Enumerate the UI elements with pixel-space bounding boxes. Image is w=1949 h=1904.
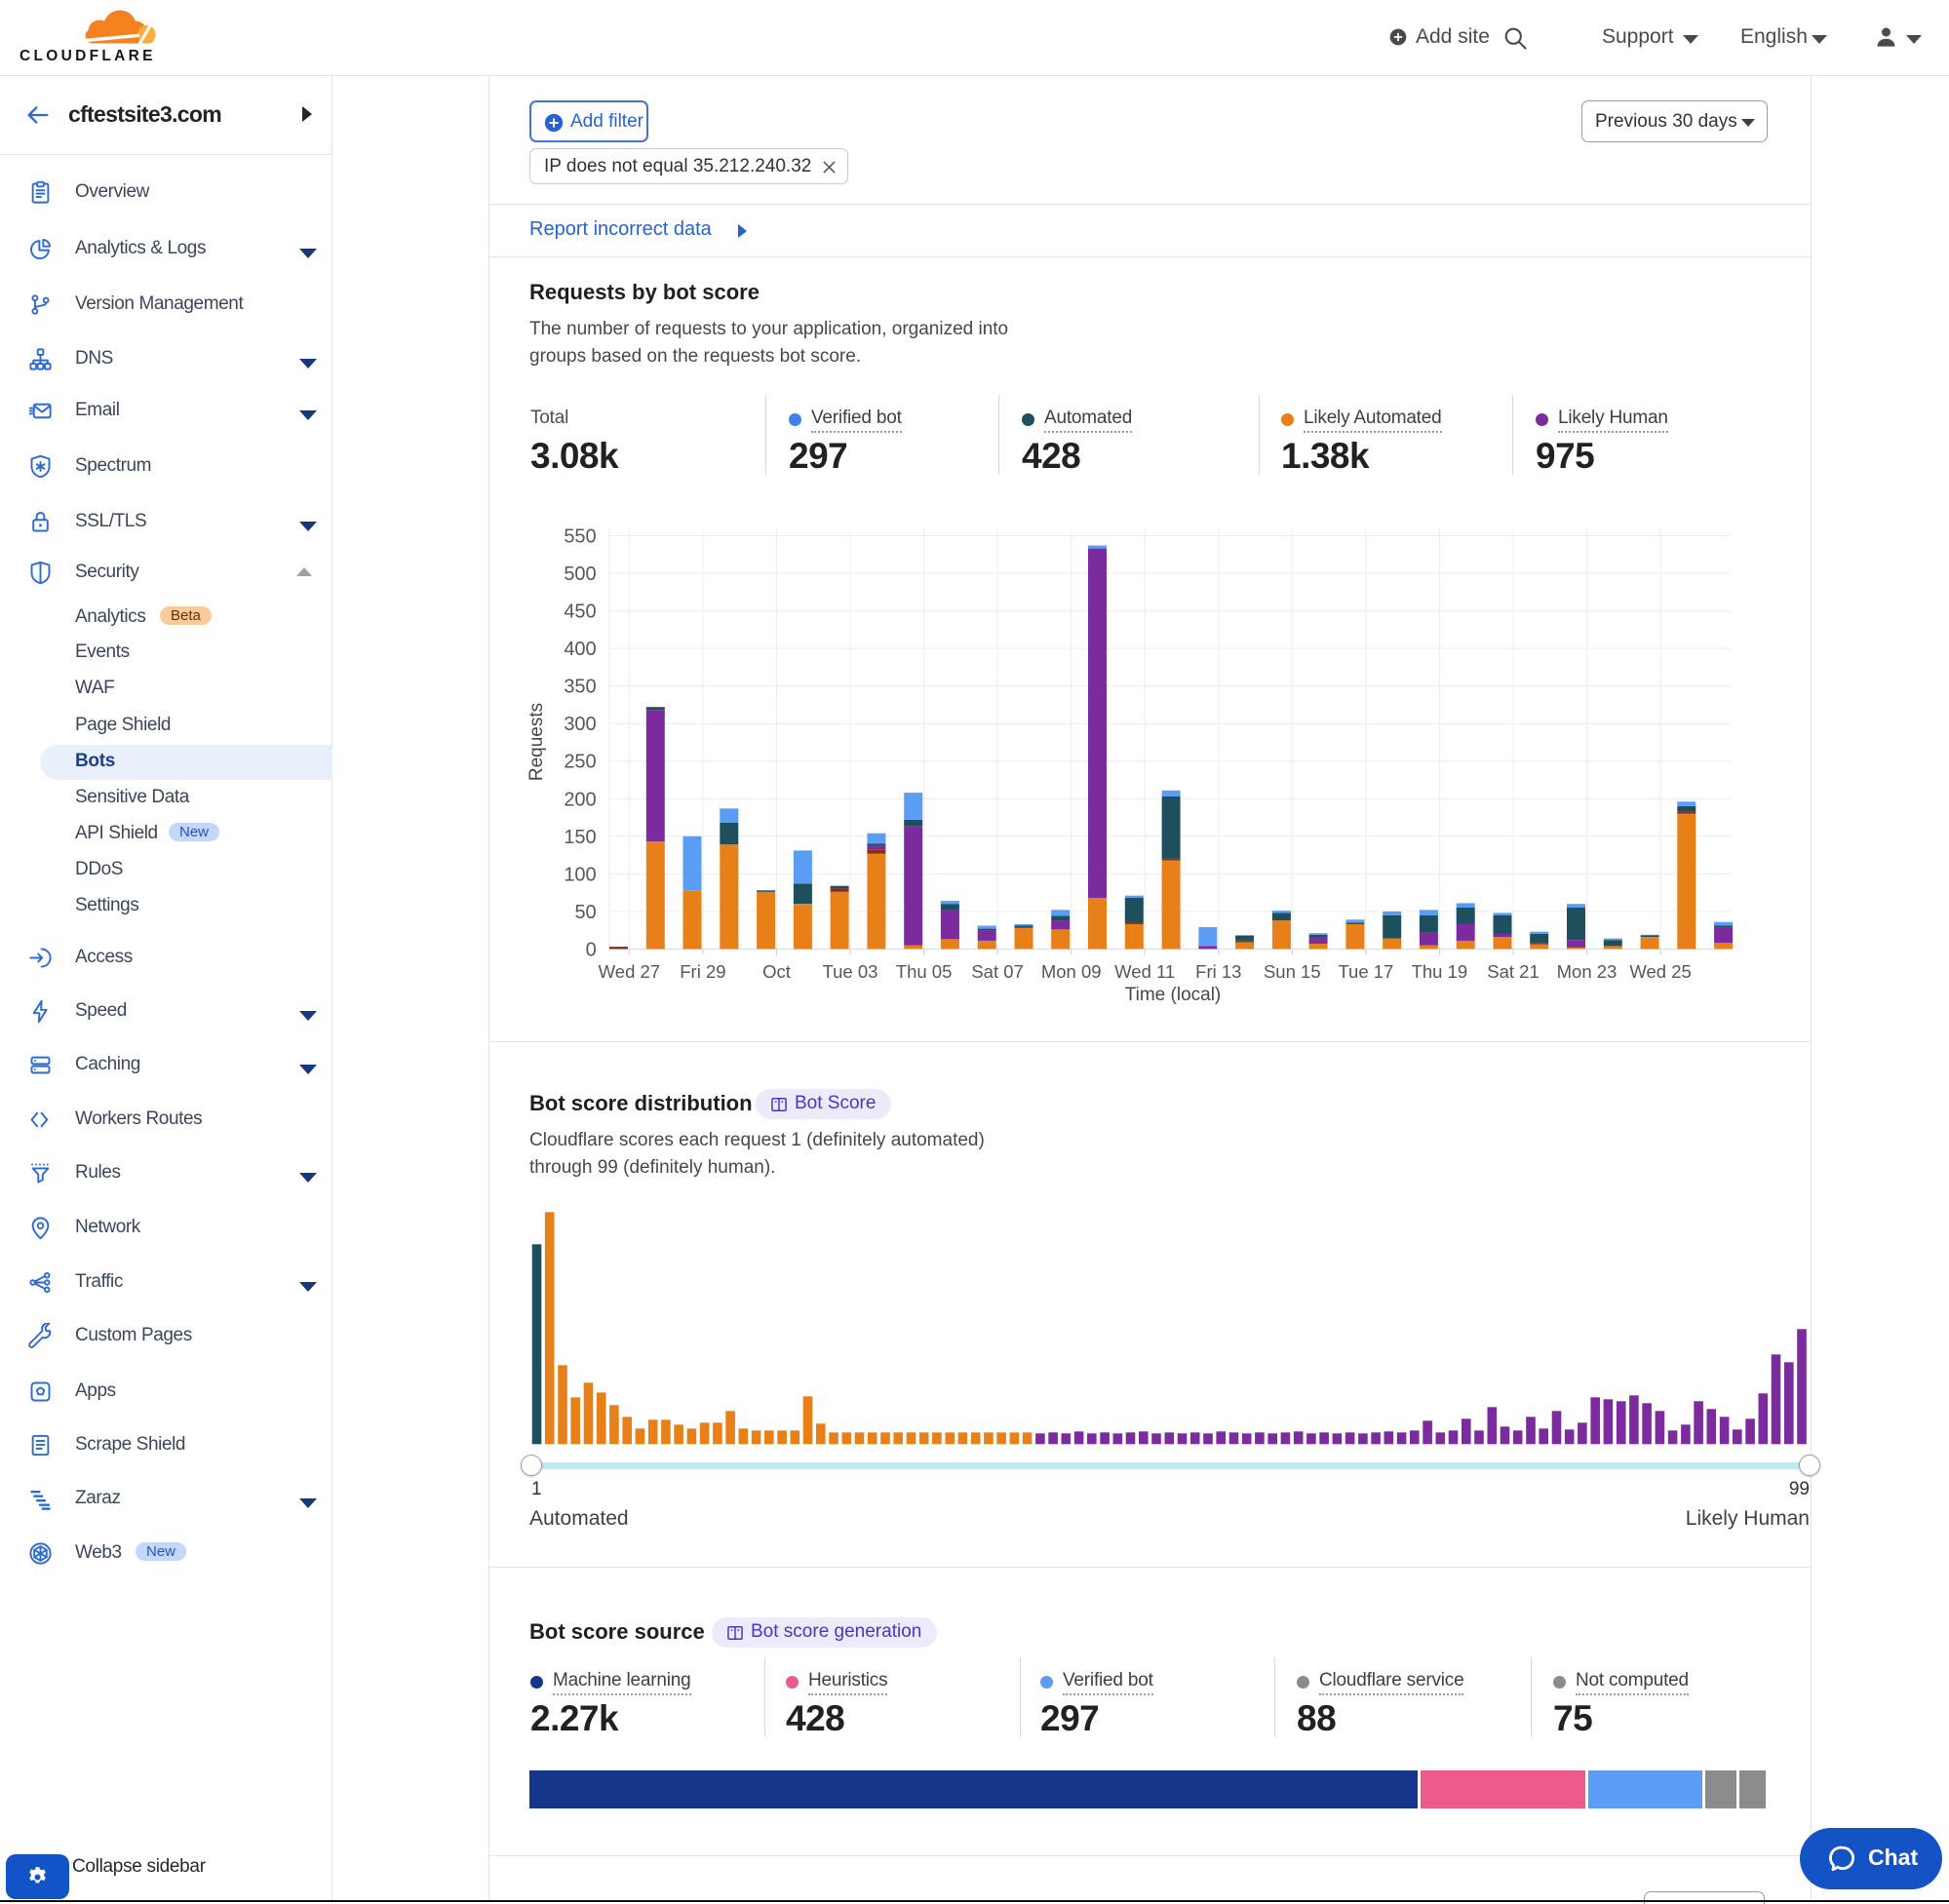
svg-text:Thu 05: Thu 05 bbox=[896, 961, 953, 982]
svg-text:Mon 09: Mon 09 bbox=[1041, 961, 1102, 982]
svg-text:500: 500 bbox=[564, 563, 596, 585]
svg-text:CLOUDFLARE: CLOUDFLARE bbox=[19, 48, 156, 64]
svg-text:Mon 23: Mon 23 bbox=[1557, 961, 1618, 982]
svg-text:Sat 21: Sat 21 bbox=[1487, 961, 1540, 982]
svg-text:Wed 27: Wed 27 bbox=[599, 961, 660, 982]
svg-text:Fri 13: Fri 13 bbox=[1195, 961, 1241, 982]
svg-text:200: 200 bbox=[564, 789, 596, 810]
svg-text:Time (local): Time (local) bbox=[1125, 985, 1222, 1005]
svg-text:350: 350 bbox=[564, 677, 596, 698]
svg-text:450: 450 bbox=[564, 602, 596, 623]
svg-text:Fri 29: Fri 29 bbox=[680, 961, 725, 982]
svg-text:Thu 19: Thu 19 bbox=[1412, 961, 1468, 982]
svg-text:100: 100 bbox=[564, 864, 596, 885]
svg-text:Tue 03: Tue 03 bbox=[823, 961, 878, 982]
svg-text:250: 250 bbox=[564, 752, 596, 773]
svg-text:Oct: Oct bbox=[762, 961, 791, 982]
svg-text:Sat 07: Sat 07 bbox=[971, 961, 1024, 982]
svg-text:150: 150 bbox=[564, 827, 596, 848]
svg-text:300: 300 bbox=[564, 714, 596, 735]
svg-text:Wed 25: Wed 25 bbox=[1629, 961, 1691, 982]
svg-text:400: 400 bbox=[564, 639, 596, 660]
svg-text:Wed 11: Wed 11 bbox=[1114, 961, 1175, 982]
svg-text:0: 0 bbox=[586, 939, 597, 960]
svg-text:Sun 15: Sun 15 bbox=[1264, 961, 1321, 982]
svg-text:550: 550 bbox=[564, 526, 596, 548]
svg-text:Requests: Requests bbox=[526, 703, 547, 781]
svg-text:Tue 17: Tue 17 bbox=[1338, 961, 1393, 982]
svg-text:50: 50 bbox=[574, 902, 596, 923]
